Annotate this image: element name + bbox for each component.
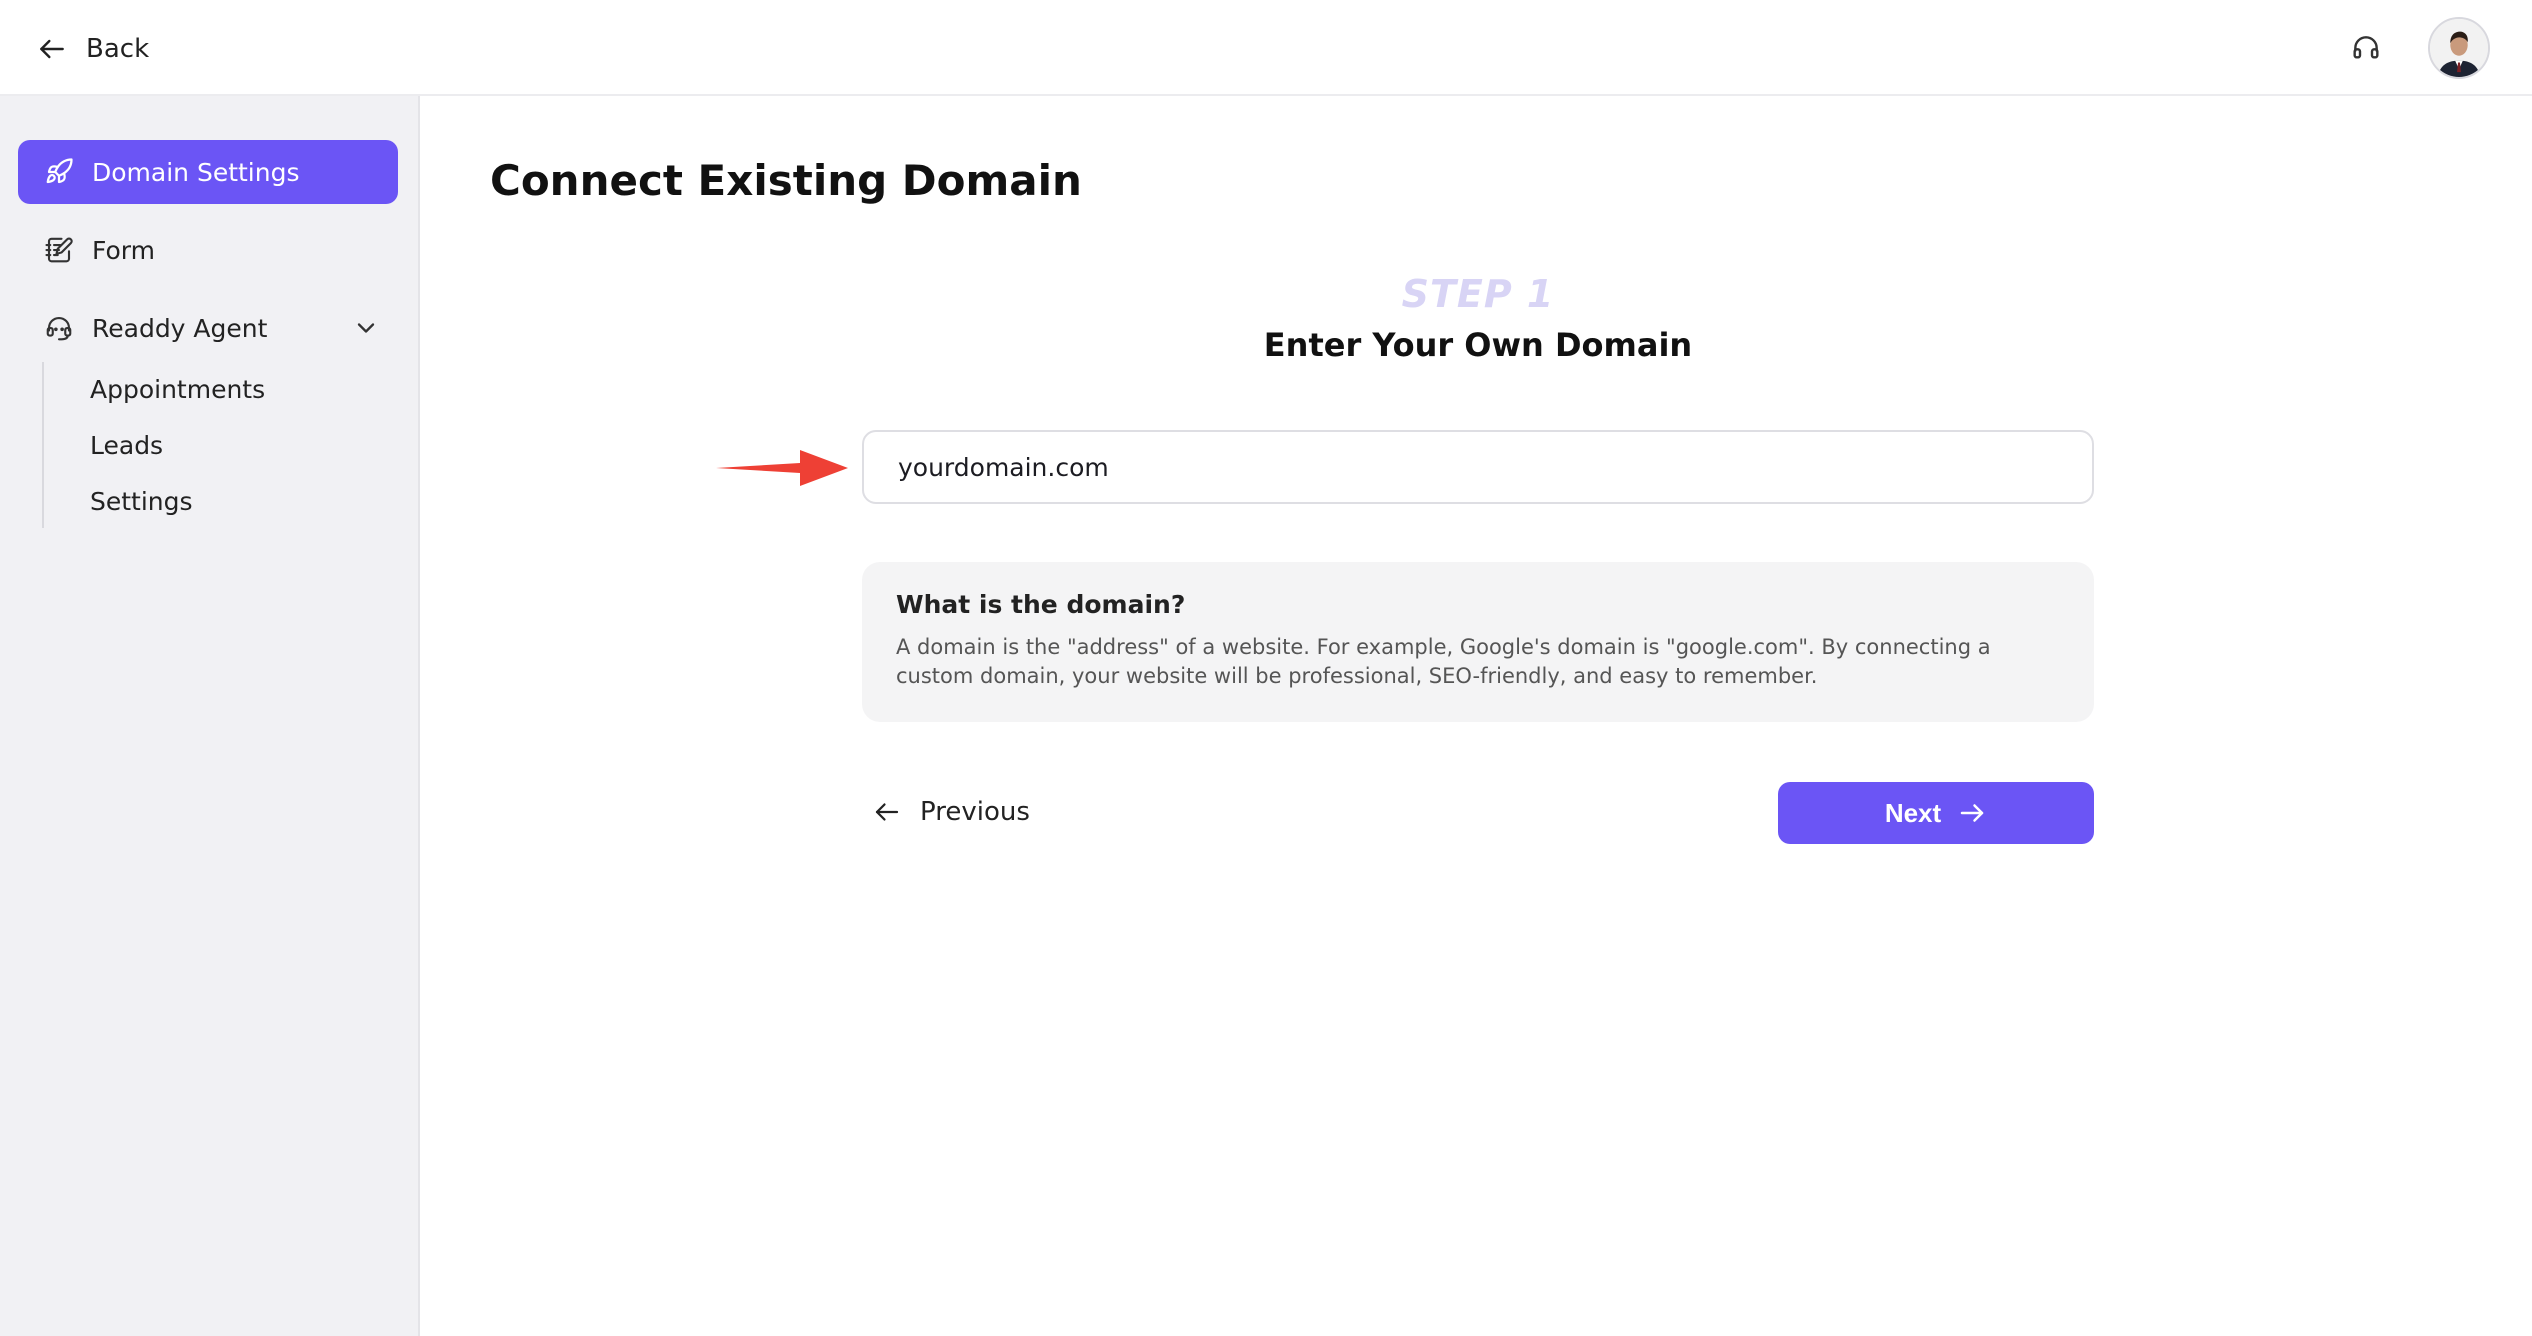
sidebar-subitem-leads[interactable]: Leads	[90, 426, 163, 466]
sidebar-item-label: Form	[92, 235, 155, 265]
arrow-left-icon	[875, 803, 899, 821]
sidebar-subitem-settings[interactable]: Settings	[90, 482, 193, 522]
avatar[interactable]	[2428, 17, 2490, 79]
next-label: Next	[1884, 797, 1942, 828]
readdy-agent-submenu: Appointments Leads Settings	[42, 362, 404, 528]
domain-input[interactable]	[862, 430, 2094, 504]
previous-label: Previous	[920, 797, 1030, 827]
agent-headset-icon	[44, 313, 74, 343]
info-title: What is the domain?	[896, 590, 1186, 619]
next-button[interactable]: Next	[1778, 782, 2094, 844]
sidebar-subitem-appointments[interactable]: Appointments	[90, 370, 265, 410]
sidebar: Domain Settings Form Readdy Agent Appoin…	[0, 96, 420, 1336]
info-body: A domain is the "address" of a website. …	[896, 635, 1991, 688]
arrow-left-icon	[40, 39, 64, 59]
sidebar-item-label: Domain Settings	[92, 157, 300, 187]
back-label: Back	[86, 34, 150, 64]
headset-icon	[2353, 36, 2379, 59]
rocket-icon	[44, 157, 74, 187]
step-label: STEP 1	[1401, 272, 1555, 316]
chevron-down-icon[interactable]	[352, 314, 380, 342]
top-bar: Back	[0, 0, 2532, 96]
domain-info-box: What is the domain? A domain is the "add…	[862, 562, 2094, 722]
annotation-arrow-icon	[716, 450, 848, 486]
page-title: Connect Existing Domain	[490, 156, 1082, 205]
user-avatar-icon	[2430, 19, 2488, 77]
back-button[interactable]: Back	[36, 28, 149, 70]
sidebar-item-label: Readdy Agent	[92, 313, 268, 343]
support-button[interactable]	[2344, 26, 2388, 70]
sidebar-item-readdy-agent[interactable]: Readdy Agent	[18, 296, 398, 360]
step-title: Enter Your Own Domain	[1263, 326, 1693, 364]
sidebar-item-form[interactable]: Form	[18, 218, 398, 282]
previous-button[interactable]: Previous	[872, 786, 1030, 838]
arrow-right-icon	[1960, 804, 1984, 822]
sidebar-item-domain-settings[interactable]: Domain Settings	[18, 140, 398, 204]
edit-form-icon	[44, 235, 74, 265]
